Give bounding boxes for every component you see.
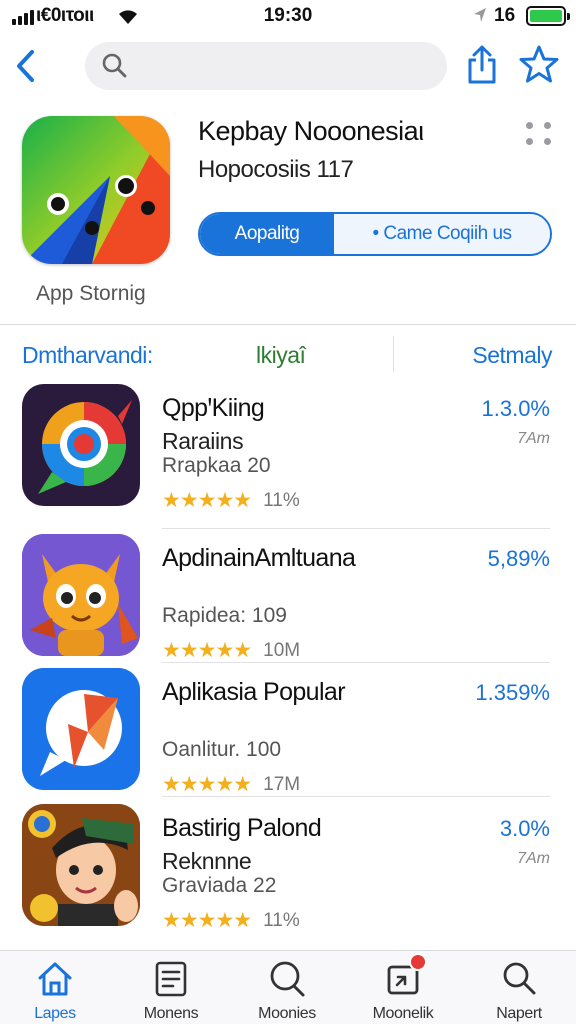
cat-mascot-icon <box>22 534 140 656</box>
chat-target-icon <box>38 400 132 494</box>
list-item[interactable]: ApdinainAmltuana Rapidea: 109 ★★★★★ 10M … <box>0 534 576 668</box>
app-logo-icon <box>22 116 170 264</box>
rating: ★★★★★ 17M <box>162 772 300 797</box>
tab-bar: Lapes Monens Moonies Moonelik Napert <box>0 950 576 1024</box>
list-item-detail: Oanlitur. 100 <box>162 738 282 761</box>
battery-percent: 16 <box>494 5 516 26</box>
list-item-percent: 5,89% <box>487 546 550 571</box>
share-icon[interactable] <box>464 44 500 86</box>
list-item-percent: 1.359% <box>475 680 550 705</box>
tabbar-label: Moonies <box>258 1005 316 1022</box>
rating-count: 10M <box>263 639 301 661</box>
search-icon <box>503 962 536 995</box>
list-item-icon <box>22 668 140 790</box>
location-arrow-icon <box>474 8 486 22</box>
rating: ★★★★★ 11% <box>162 908 300 933</box>
boy-character-icon <box>22 804 140 926</box>
rating: ★★★★★ 10M <box>162 638 300 663</box>
tab-first[interactable]: Dmtharvandi: <box>22 342 153 369</box>
rating-stars-icon: ★★★★★ <box>162 909 252 932</box>
list-item-subtitle: Raraiins <box>162 428 244 454</box>
list-item-title: Bastirig Palond <box>162 814 322 842</box>
tab-third[interactable]: Setmaly <box>472 342 552 369</box>
tabbar-label: Monens <box>143 1005 199 1022</box>
list-item-detail: Graviada 22 <box>162 874 277 897</box>
list-item-detail: Rrapkaa 20 <box>162 454 271 477</box>
tab-separator <box>393 336 394 372</box>
app-title: Keрbay Noooneѕiaι <box>198 116 424 146</box>
tabbar-item-menu[interactable]: Monens <box>116 959 226 1023</box>
more-options-icon[interactable] <box>526 122 552 146</box>
search-input[interactable] <box>139 42 429 90</box>
list-item-icon <box>22 804 140 926</box>
rating-count: 17M <box>263 773 301 795</box>
list-item-detail: Rapidea: 109 <box>162 604 287 627</box>
row-divider <box>162 528 550 529</box>
row-divider <box>162 662 550 663</box>
rating: ★★★★★ 11% <box>162 488 300 513</box>
back-button[interactable] <box>10 48 40 84</box>
tabbar-item-home[interactable]: Lapes <box>0 959 110 1023</box>
list-item-percent: 1.3.0% <box>481 396 551 421</box>
app-icon[interactable] <box>22 116 170 264</box>
list-item-time: 7Am <box>517 430 550 447</box>
tabbar-label: Moonelik <box>372 1005 434 1022</box>
list-item-title: Aplikasia Popular <box>162 678 346 706</box>
nav-bar <box>0 36 576 96</box>
divider <box>0 324 576 325</box>
list-item[interactable]: QppꞌKiing Raraiins Rrapkaa 20 ★★★★★ 11% … <box>0 384 576 518</box>
tabbar-item-updates[interactable]: Moonelik <box>348 953 458 1023</box>
tabbar-item-search-2[interactable]: Napert <box>464 959 574 1023</box>
search-icon <box>102 53 127 78</box>
list-item[interactable]: Bastirig Palond Reknnne Graviada 22 ★★★★… <box>0 804 576 938</box>
segment-right-button[interactable]: • Came Coqiih us <box>334 214 550 254</box>
list-item-icon <box>22 384 140 506</box>
tab-second[interactable]: lkiyaî <box>256 342 306 369</box>
chat-bubble-icon <box>22 668 140 790</box>
rating-stars-icon: ★★★★★ <box>162 773 252 796</box>
list-item-title: ApdinainAmltuana <box>162 544 356 572</box>
battery-icon <box>526 6 570 26</box>
rating-count: 11% <box>263 489 300 511</box>
rating-stars-icon: ★★★★★ <box>162 639 252 662</box>
rating-count: 11% <box>263 909 300 931</box>
chat-search-icon <box>270 961 305 997</box>
list-item[interactable]: Aplikasia Popular Oanlitur. 100 ★★★★★ 17… <box>0 668 576 802</box>
home-icon <box>38 962 72 996</box>
search-bar[interactable] <box>85 42 447 90</box>
status-bar: ι€0ιτοιι 19:30 16 <box>0 0 576 32</box>
list-item-title: QppꞌKiing <box>162 394 265 422</box>
list-item-time: 7Am <box>517 850 550 867</box>
row-divider <box>162 796 550 797</box>
tabbar-label: Lapes <box>34 1005 76 1022</box>
list-item-percent: 3.0% <box>499 816 550 841</box>
list-item-icon <box>22 534 140 656</box>
list-item-subtitle: Reknnne <box>162 848 252 874</box>
segmented-control: Aopalitg • Came Coqiih us <box>198 212 552 256</box>
tabbar-item-search[interactable]: Moonies <box>232 959 342 1023</box>
notification-badge <box>409 953 427 971</box>
favorite-star-icon[interactable] <box>519 44 559 84</box>
rating-stars-icon: ★★★★★ <box>162 489 252 512</box>
segment-left-button[interactable]: Aopalitg <box>200 214 334 254</box>
clock: 19:30 <box>263 5 313 26</box>
app-icon-caption: App Stornig <box>36 282 146 305</box>
list-document-icon <box>155 961 187 997</box>
chevron-left-icon <box>17 50 34 82</box>
app-subtitle: Hopocosiis 117 <box>198 156 354 183</box>
tabbar-label: Napert <box>496 1005 542 1022</box>
